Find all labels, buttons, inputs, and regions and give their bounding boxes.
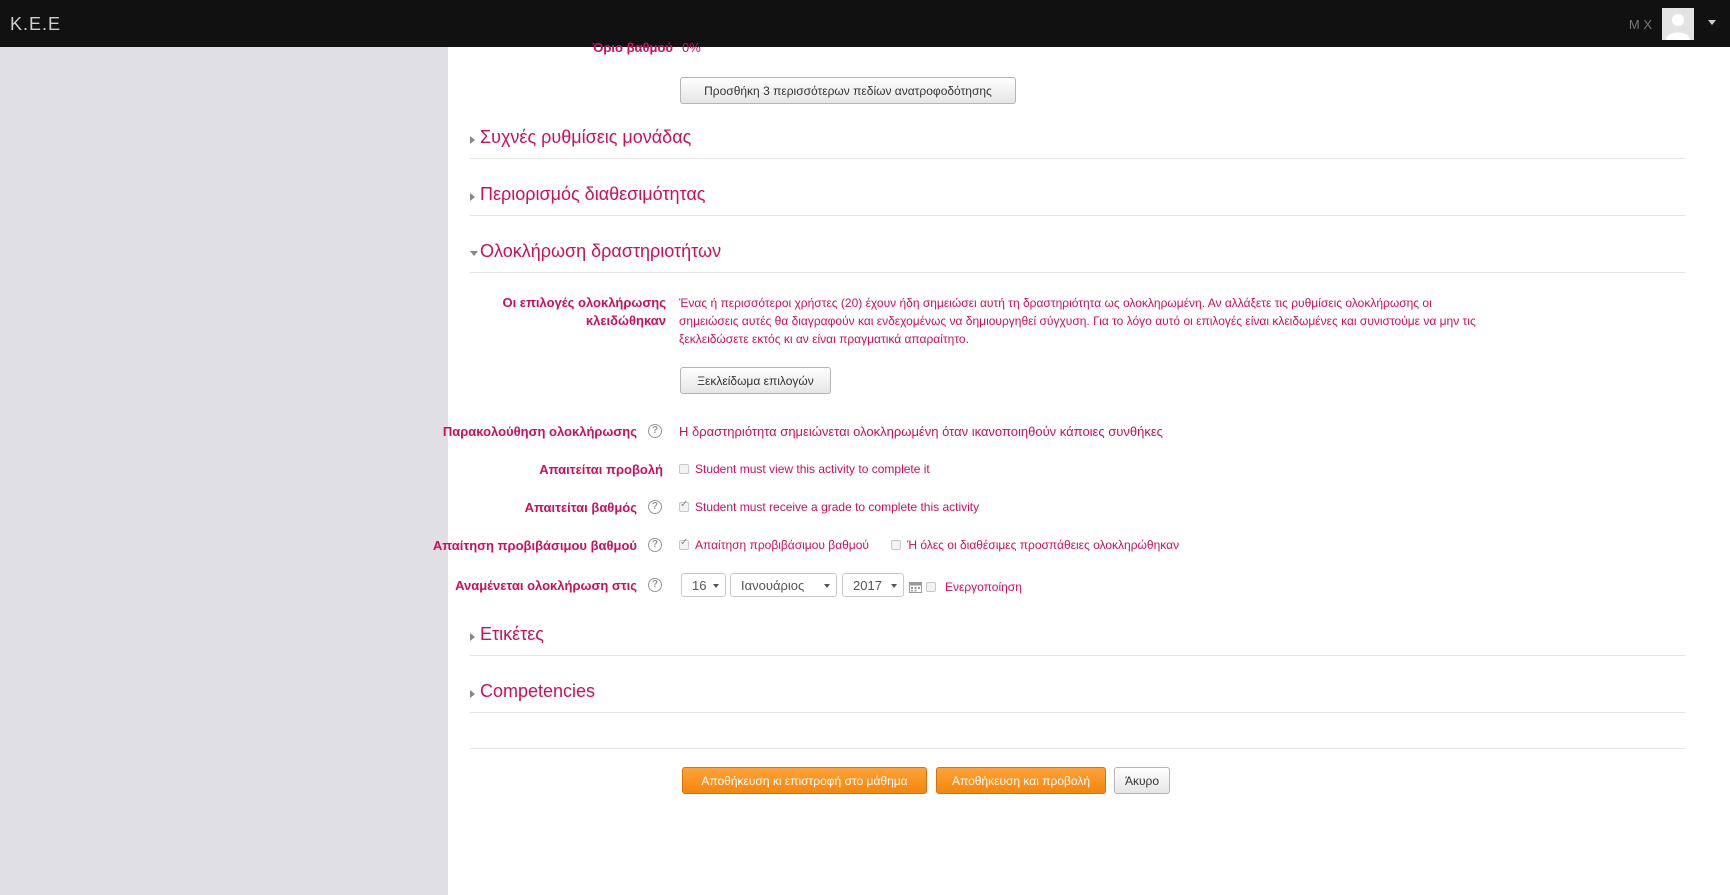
- locked-text-line-1: Ένας ή περισσότεροι χρήστες (20) έχουν ή…: [679, 296, 1432, 310]
- require-grade-label: Απαιτείται βαθμός: [524, 500, 637, 515]
- save-and-display-button[interactable]: Αποθήκευση και προβολή: [936, 767, 1106, 794]
- collapse-arrow-icon: [470, 251, 478, 256]
- require-view-text: Student must view this activity to compl…: [695, 462, 930, 476]
- save-and-return-button[interactable]: Αποθήκευση κι επιστροφή στο μάθημα: [682, 767, 927, 794]
- section-tags[interactable]: Ετικέτες: [470, 624, 1685, 656]
- help-icon[interactable]: ?: [648, 538, 662, 552]
- section-competencies[interactable]: Competencies: [470, 681, 1685, 713]
- footer-divider: [470, 748, 1685, 749]
- grade-limit-label: Όριο βαθμού: [592, 40, 673, 55]
- require-pass-grade-label: Απαίτηση προβιβάσιμου βαθμού: [432, 538, 637, 553]
- expand-arrow-icon: [470, 690, 475, 698]
- section-title[interactable]: Competencies: [480, 681, 595, 702]
- section-title[interactable]: Συχνές ρυθμίσεις μονάδας: [480, 127, 691, 148]
- completion-tracking-label: Παρακολούθηση ολοκλήρωσης: [442, 424, 637, 439]
- user-menu-chevron-down-icon[interactable]: [1708, 20, 1716, 25]
- chevron-down-icon: [891, 584, 897, 588]
- expand-arrow-icon: [470, 136, 475, 144]
- help-icon[interactable]: ?: [648, 578, 662, 592]
- expand-arrow-icon: [470, 633, 475, 641]
- day-value: 16: [692, 578, 707, 593]
- user-avatar[interactable]: [1662, 8, 1694, 40]
- section-title[interactable]: Ετικέτες: [480, 624, 544, 645]
- expand-arrow-icon: [470, 193, 475, 201]
- section-restrict-access[interactable]: Περιορισμός διαθεσιμότητας: [470, 184, 1685, 216]
- enable-date-text: Ενεργοποίηση: [945, 580, 1022, 594]
- section-common-settings[interactable]: Συχνές ρυθμίσεις μονάδας: [470, 127, 1685, 159]
- add-feedback-fields-button[interactable]: Προσθήκη 3 περισσότερων πεδίων ανατροφοδ…: [680, 77, 1016, 104]
- locked-options-label: Οι επιλογές ολοκλήρωσης κλειδώθηκαν: [460, 294, 666, 330]
- require-view-label: Απαιτείται προβολή: [539, 462, 663, 477]
- grade-limit-value: 0%: [682, 40, 701, 55]
- locked-text-line-3: ξεκλειδώσετε εκτός κι αν είναι πραγματικ…: [679, 332, 969, 346]
- require-view-checkbox[interactable]: [679, 464, 689, 474]
- month-select[interactable]: Ιανουάριος: [730, 573, 837, 597]
- locked-options-text: Ένας ή περισσότεροι χρήστες (20) έχουν ή…: [679, 294, 1559, 348]
- section-title[interactable]: Περιορισμός διαθεσιμότητας: [480, 184, 705, 205]
- enable-date-checkbox[interactable]: [926, 582, 936, 592]
- completion-tracking-value: Η δραστηριότητα σημειώνεται ολοκληρωμένη…: [679, 424, 1163, 439]
- require-pass-grade-checkbox[interactable]: [679, 537, 689, 550]
- month-value: Ιανουάριος: [741, 578, 805, 593]
- site-brand[interactable]: K.E.E: [10, 14, 61, 35]
- require-pass-grade-text: Απαίτηση προβιβάσιμου βαθμού: [695, 538, 869, 552]
- section-title[interactable]: Ολοκλήρωση δραστηριοτήτων: [480, 241, 721, 262]
- require-grade-text: Student must receive a grade to complete…: [695, 500, 980, 514]
- locked-text-line-2: σημειώσεις αυτές θα διαγραφούν και ενδεχ…: [679, 314, 1476, 328]
- unlock-options-button[interactable]: Ξεκλείδωμα επιλογών: [680, 367, 831, 394]
- require-grade-checkbox[interactable]: [679, 499, 689, 512]
- chevron-down-icon: [713, 584, 719, 588]
- chevron-down-icon: [824, 584, 830, 588]
- top-navbar: K.E.E M X: [0, 0, 1730, 47]
- year-select[interactable]: 2017: [842, 573, 904, 597]
- expected-completion-label: Αναμένεται ολοκλήρωση στις: [455, 578, 637, 593]
- day-select[interactable]: 16: [681, 573, 726, 597]
- help-icon[interactable]: ?: [648, 500, 662, 514]
- left-side-panel: [0, 47, 448, 895]
- section-activity-completion[interactable]: Ολοκλήρωση δραστηριοτήτων: [470, 241, 1685, 273]
- all-attempts-checkbox[interactable]: [891, 540, 901, 550]
- locked-label-line-2: κλειδώθηκαν: [585, 313, 666, 328]
- locked-label-line-1: Οι επιλογές ολοκλήρωσης: [502, 295, 666, 310]
- user-initials[interactable]: M X: [1629, 17, 1652, 32]
- all-attempts-text: Ή όλες οι διαθέσιμες προσπάθειες ολοκληρ…: [907, 538, 1180, 552]
- year-value: 2017: [853, 578, 882, 593]
- help-icon[interactable]: ?: [648, 424, 662, 438]
- calendar-icon[interactable]: [909, 580, 922, 593]
- cancel-button[interactable]: Άκυρο: [1114, 767, 1170, 794]
